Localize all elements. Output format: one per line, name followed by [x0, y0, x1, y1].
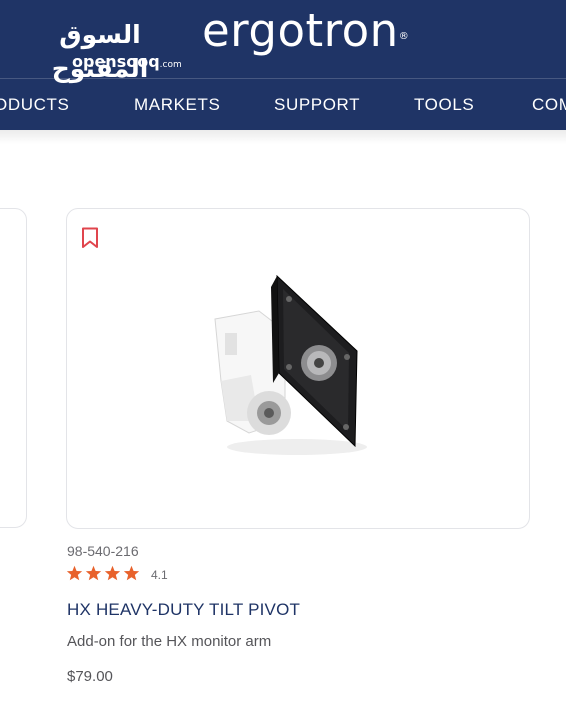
ergotron-logo[interactable]: ergotron®	[202, 6, 409, 56]
product-title[interactable]: HX HEAVY-DUTY TILT PIVOT	[67, 599, 300, 621]
opensooq-latin-text: opensooq.com	[72, 52, 182, 71]
product-sku: 98-540-216	[67, 543, 139, 559]
star-icon	[66, 565, 83, 581]
rating-value: 4.1	[151, 568, 168, 582]
rating-stars	[66, 565, 140, 581]
nav-markets[interactable]: MARKETS	[134, 93, 220, 117]
nav-support[interactable]: SUPPORT	[274, 93, 360, 117]
site-header: السوق المفتوح opensooq.com ergotron® ODU…	[0, 0, 566, 130]
previous-product-card[interactable]	[0, 208, 27, 528]
nav-tools[interactable]: TOOLS	[414, 93, 474, 117]
nav-company[interactable]: COM	[532, 93, 566, 117]
bookmark-icon[interactable]	[81, 227, 99, 249]
opensooq-watermark: السوق المفتوح opensooq.com	[20, 18, 182, 83]
star-icon	[85, 565, 102, 581]
product-description: Add-on for the HX monitor arm	[67, 633, 272, 650]
header-shadow	[0, 130, 566, 144]
product-card[interactable]	[66, 208, 530, 529]
star-icon	[123, 565, 140, 581]
product-image	[214, 274, 367, 455]
star-icon	[104, 565, 121, 581]
product-price: $79.00	[67, 668, 113, 685]
nav-products[interactable]: ODUCTS	[0, 93, 69, 117]
header-divider	[0, 78, 566, 79]
